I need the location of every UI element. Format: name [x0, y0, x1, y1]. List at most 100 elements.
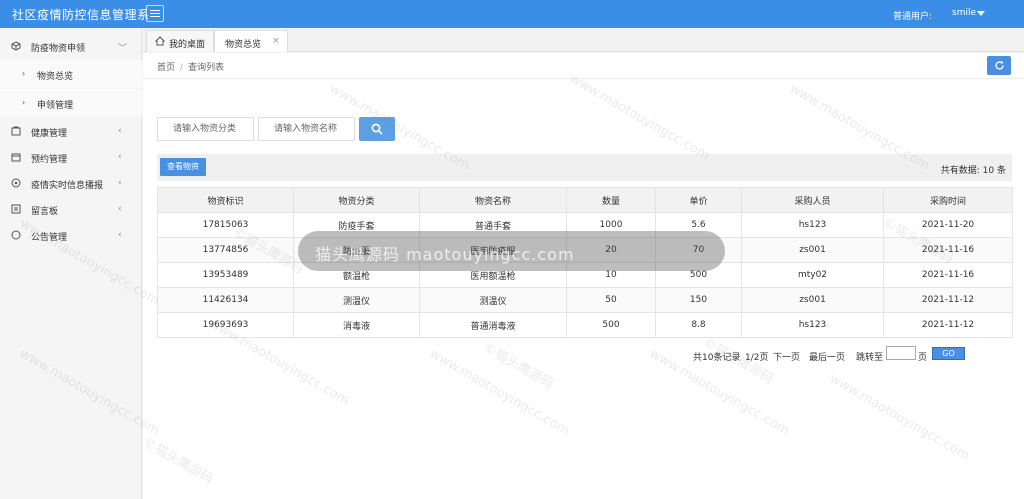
- refresh-button[interactable]: [987, 56, 1011, 75]
- message-icon: [11, 204, 21, 214]
- table-cell: 500: [566, 312, 656, 338]
- table-cell: 测温仪: [419, 287, 567, 313]
- sidebar-subitem-label: 物资总览: [37, 72, 74, 82]
- table-toolbar: 查看物资 共有数据: 10 条: [157, 154, 1012, 181]
- notice-icon: [11, 230, 21, 240]
- close-icon[interactable]: ×: [272, 36, 280, 46]
- chevron-left-icon: ‹: [118, 152, 122, 162]
- cube-icon: [11, 41, 21, 51]
- category-search-input[interactable]: [157, 117, 254, 141]
- name-search-input[interactable]: [258, 117, 355, 141]
- table-row[interactable]: 19693693 消毒液 普通消毒液 500 8.8 hs123 2021-11…: [157, 312, 1013, 338]
- calendar-icon: [11, 152, 21, 162]
- table-cell: hs123: [741, 312, 884, 338]
- watermark-banner-text: 猫头鹰源码 maotouyingcc.com: [315, 245, 575, 264]
- search-button[interactable]: [359, 117, 395, 141]
- tab-bar: 我的桌面 物资总览 ×: [143, 28, 1024, 52]
- pager-records: 共10条记录: [693, 353, 741, 363]
- home-icon: [154, 36, 166, 49]
- tab-label: 物资总览: [225, 40, 262, 50]
- top-header: 社区疫情防控信息管理系 普通用户: smile: [0, 0, 1024, 28]
- hamburger-line: [150, 13, 160, 14]
- table-cell: 2021-11-12: [883, 287, 1013, 313]
- table-cell: 17815063: [157, 212, 294, 238]
- column-header: 采购人员: [741, 187, 884, 213]
- sidebar-item-health[interactable]: 健康管理 ‹: [0, 118, 142, 144]
- menu-toggle-button[interactable]: [146, 5, 164, 22]
- sidebar-subitem-apply[interactable]: › 申领管理: [0, 89, 142, 117]
- breadcrumb-home[interactable]: 首页: [157, 63, 175, 73]
- sidebar: 防疫物资申领 ﹀ › 物资总览 › 申领管理 健康管理 ‹ 预约管理 ‹ 疫情实…: [0, 28, 142, 499]
- chevron-right-icon: ›: [22, 98, 26, 107]
- table-cell: mty02: [741, 262, 884, 288]
- chevron-left-icon: ‹: [118, 204, 122, 214]
- view-supplies-button[interactable]: 查看物资: [160, 158, 206, 176]
- go-button[interactable]: GO: [932, 347, 965, 360]
- table-cell: 测温仪: [293, 287, 420, 313]
- column-header: 物资名称: [419, 187, 567, 213]
- sidebar-item-notices[interactable]: 公告管理 ‹: [0, 222, 142, 248]
- column-header: 数量: [566, 187, 656, 213]
- table-cell: 8.8: [655, 312, 742, 338]
- table-cell: 13774856: [157, 237, 294, 263]
- table-cell: zs001: [741, 287, 884, 313]
- sidebar-item-messages[interactable]: 留言板 ‹: [0, 196, 142, 222]
- broadcast-icon: [11, 178, 21, 188]
- health-icon: [11, 126, 21, 136]
- table-cell: zs001: [741, 237, 884, 263]
- column-header: 采购时间: [883, 187, 1013, 213]
- sidebar-item-label: 疫情实时信息播报: [31, 181, 104, 191]
- sidebar-item-label: 公告管理: [31, 233, 68, 243]
- search-icon: [371, 123, 383, 135]
- chevron-left-icon: ‹: [118, 230, 122, 240]
- hamburger-line: [150, 16, 160, 17]
- breadcrumb: 首页 / 查询列表: [157, 60, 224, 73]
- pager-page-unit: 页: [918, 353, 928, 363]
- table-cell: 普通消毒液: [419, 312, 567, 338]
- sidebar-item-booking[interactable]: 预约管理 ‹: [0, 144, 142, 170]
- table-cell: 13953489: [157, 262, 294, 288]
- table-cell: 消毒液: [293, 312, 420, 338]
- pager-page: 1/2页: [745, 353, 769, 363]
- app-title: 社区疫情防控信息管理系: [12, 8, 150, 22]
- sidebar-subitem-overview[interactable]: › 物资总览: [0, 60, 142, 88]
- table-cell: 19693693: [157, 312, 294, 338]
- breadcrumb-current: 查询列表: [188, 63, 225, 73]
- sidebar-subitem-label: 申领管理: [37, 101, 74, 111]
- page-jump-input[interactable]: [886, 346, 916, 360]
- column-header: 物资标识: [157, 187, 294, 213]
- table-cell: 2021-11-16: [883, 237, 1013, 263]
- chevron-left-icon: ‹: [118, 178, 122, 188]
- divider: [143, 78, 1024, 79]
- user-menu[interactable]: smile: [952, 8, 976, 18]
- sidebar-item-label: 留言板: [31, 207, 59, 217]
- table-cell: 2021-11-16: [883, 262, 1013, 288]
- caret-down-icon[interactable]: [977, 11, 985, 16]
- tab-label: 我的桌面: [169, 40, 206, 50]
- content-panel: 首页 / 查询列表 查看物资 共有数据: 10 条 物资标识 物资分类 物资名称: [143, 53, 1024, 499]
- tab-desktop[interactable]: 我的桌面: [146, 30, 214, 52]
- table-header-row: 物资标识 物资分类 物资名称 数量 单价 采购人员 采购时间: [157, 187, 1013, 213]
- chevron-left-icon: ‹: [118, 126, 122, 136]
- user-role-label: 普通用户:: [893, 12, 933, 22]
- table-cell: 11426134: [157, 287, 294, 313]
- pager-jump-label: 跳转至: [856, 353, 884, 363]
- chevron-right-icon: ›: [22, 69, 26, 78]
- sidebar-item-supplies[interactable]: 防疫物资申领 ﹀: [0, 33, 142, 59]
- table-cell: hs123: [741, 212, 884, 238]
- column-header: 单价: [655, 187, 742, 213]
- column-header: 物资分类: [293, 187, 420, 213]
- table-row[interactable]: 11426134 测温仪 测温仪 50 150 zs001 2021-11-12: [157, 287, 1013, 313]
- table-cell: 150: [655, 287, 742, 313]
- sidebar-item-label: 健康管理: [31, 129, 68, 139]
- tab-supplies-overview[interactable]: 物资总览 ×: [214, 30, 288, 52]
- breadcrumb-separator: /: [180, 63, 184, 73]
- hamburger-icon: [150, 10, 160, 11]
- pager-last-link[interactable]: 最后一页: [809, 350, 845, 363]
- watermark-banner: 猫头鹰源码 maotouyingcc.com: [298, 231, 725, 271]
- table-cell: 2021-11-12: [883, 312, 1013, 338]
- sidebar-item-broadcast[interactable]: 疫情实时信息播报 ‹: [0, 170, 142, 196]
- total-count: 共有数据: 10 条: [940, 166, 1006, 176]
- pager-next-link[interactable]: 下一页: [773, 350, 800, 363]
- sidebar-item-label: 预约管理: [31, 155, 68, 165]
